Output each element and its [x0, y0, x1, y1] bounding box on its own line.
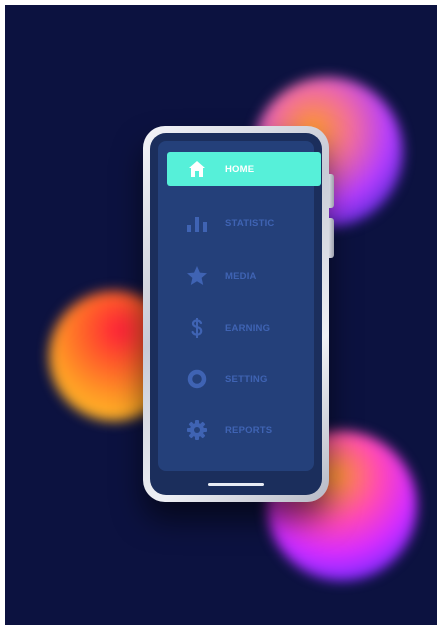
menu-item-media[interactable]: MEDIA	[167, 259, 321, 293]
menu-item-statistic[interactable]: STATISTIC	[167, 206, 321, 240]
star-icon	[185, 264, 209, 288]
power-button	[329, 218, 334, 258]
canvas: HOME STATISTIC MEDIA EARNING SETTING REP…	[5, 5, 437, 625]
ring-icon	[185, 367, 209, 391]
home-icon	[185, 157, 209, 181]
menu-item-label: MEDIA	[225, 270, 257, 282]
menu-item-label: STATISTIC	[225, 217, 275, 229]
menu-item-setting[interactable]: SETTING	[167, 362, 321, 396]
menu-item-reports[interactable]: REPORTS	[167, 413, 321, 447]
phone-frame: HOME STATISTIC MEDIA EARNING SETTING REP…	[143, 126, 334, 502]
menu-item-label: REPORTS	[225, 424, 273, 436]
menu-panel: HOME STATISTIC MEDIA EARNING SETTING REP…	[158, 141, 321, 471]
bar-chart-icon	[185, 211, 209, 235]
menu-item-label: EARNING	[225, 322, 271, 334]
volume-button	[329, 174, 334, 208]
gear-icon	[185, 418, 209, 442]
menu-item-earning[interactable]: EARNING	[167, 311, 321, 345]
home-indicator[interactable]	[208, 483, 264, 486]
menu-item-home[interactable]: HOME	[167, 152, 321, 186]
menu-item-label: HOME	[225, 163, 255, 175]
menu-item-label: SETTING	[225, 373, 268, 385]
dollar-icon	[185, 316, 209, 340]
phone-screen: HOME STATISTIC MEDIA EARNING SETTING REP…	[150, 133, 322, 495]
